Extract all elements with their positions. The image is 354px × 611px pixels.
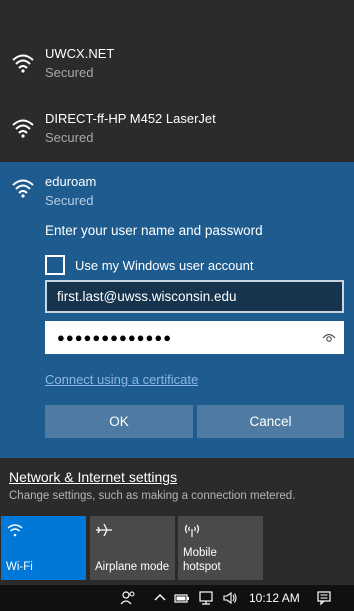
network-name: UWCX.NET <box>45 46 115 61</box>
tile-label: Airplane mode <box>95 561 170 573</box>
battery-icon[interactable] <box>174 590 190 606</box>
action-center-icon[interactable] <box>316 590 332 606</box>
volume-icon[interactable] <box>222 590 238 606</box>
wifi-secured-icon <box>12 54 34 73</box>
tile-label: Mobile hotspot <box>183 546 221 574</box>
network-flyout: UWCX.NET Secured DIRECT-ff-HP M452 Laser… <box>0 0 354 585</box>
network-icon[interactable] <box>198 590 214 606</box>
windows-account-checkbox[interactable] <box>45 255 65 275</box>
network-status: Secured <box>45 193 94 208</box>
network-item-direct-hp[interactable]: DIRECT-ff-HP M452 LaserJet Secured <box>0 103 354 167</box>
ok-button[interactable]: OK <box>45 405 193 438</box>
wifi-secured-icon <box>12 179 34 198</box>
mobile-hotspot-tile[interactable]: Mobile hotspot <box>178 516 263 580</box>
credentials-prompt: Enter your user name and password <box>45 223 263 238</box>
connect-certificate-link[interactable]: Connect using a certificate <box>45 372 198 387</box>
wifi-secured-icon <box>12 119 34 138</box>
network-name: DIRECT-ff-HP M452 LaserJet <box>45 111 216 126</box>
network-item-uwcx[interactable]: UWCX.NET Secured <box>0 38 354 102</box>
chevron-up-icon[interactable] <box>152 590 168 606</box>
people-icon[interactable] <box>120 590 136 606</box>
windows-account-checkbox-row[interactable]: Use my Windows user account <box>45 254 253 276</box>
wifi-icon <box>7 524 23 537</box>
reveal-password-icon[interactable] <box>322 332 336 344</box>
tile-label-line2: hotspot <box>183 561 221 573</box>
tile-label: Wi-Fi <box>6 561 33 573</box>
airplane-mode-tile[interactable]: Airplane mode <box>90 516 175 580</box>
airplane-icon <box>96 523 112 537</box>
wifi-toggle-tile[interactable]: Wi-Fi <box>1 516 86 580</box>
network-settings-description: Change settings, such as making a connec… <box>9 490 296 502</box>
network-settings-link[interactable]: Network & Internet settings <box>9 469 177 485</box>
network-item-eduroam[interactable]: eduroam Secured Enter your user name and… <box>0 162 354 458</box>
network-status: Secured <box>45 130 94 145</box>
tile-label-line1: Mobile <box>183 547 217 559</box>
password-input[interactable]: ●●●●●●●●●●●●● <box>45 321 344 354</box>
network-name: eduroam <box>45 174 97 189</box>
network-status: Secured <box>45 65 94 80</box>
hotspot-icon <box>184 524 200 537</box>
taskbar: 10:12 AM <box>0 585 354 611</box>
checkbox-label: Use my Windows user account <box>75 257 254 273</box>
cancel-button[interactable]: Cancel <box>197 405 344 438</box>
username-input[interactable]: first.last@uwss.wisconsin.edu <box>45 280 344 313</box>
username-value: first.last@uwss.wisconsin.edu <box>57 289 237 304</box>
password-value: ●●●●●●●●●●●●● <box>57 330 173 345</box>
clock[interactable]: 10:12 AM <box>249 591 300 605</box>
